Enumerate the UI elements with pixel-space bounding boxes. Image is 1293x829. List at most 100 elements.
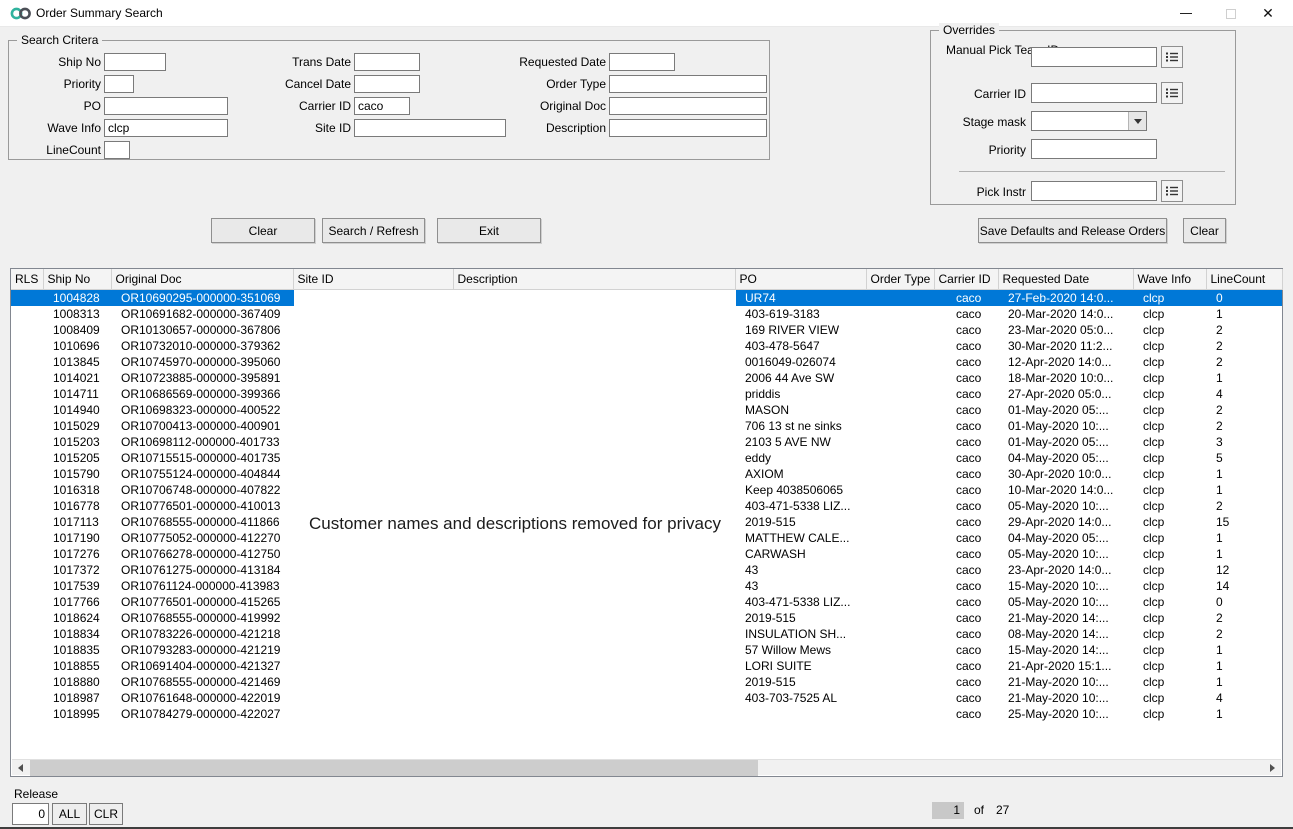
overrides-carrier-id-input[interactable]	[1031, 83, 1157, 103]
cell-carrier_id: caco	[934, 562, 998, 578]
order-type-input[interactable]	[609, 75, 767, 93]
cell-rls	[11, 370, 43, 386]
cell-rls	[11, 418, 43, 434]
column-header-order_type[interactable]: Order Type	[866, 269, 934, 289]
cell-rls	[11, 402, 43, 418]
clear-overrides-button[interactable]: Clear	[1183, 218, 1226, 243]
pick-instr-label: Pick Instr	[931, 185, 1026, 199]
stage-mask-dropdown-button[interactable]	[1128, 112, 1146, 130]
cell-original_doc: OR10715515-000000-401735	[111, 450, 293, 466]
trans-date-input[interactable]	[354, 53, 420, 71]
release-all-button[interactable]: ALL	[52, 803, 87, 825]
cell-ship_no: 1017113	[43, 514, 111, 530]
cell-line_count: 0	[1206, 289, 1282, 306]
cell-ship_no: 1016778	[43, 498, 111, 514]
cell-rls	[11, 562, 43, 578]
cell-rls	[11, 482, 43, 498]
cell-rls	[11, 354, 43, 370]
column-header-carrier_id[interactable]: Carrier ID	[934, 269, 998, 289]
cancel-date-label: Cancel Date	[189, 77, 351, 91]
minimize-button[interactable]	[1169, 0, 1203, 27]
cell-rls	[11, 322, 43, 338]
cell-original_doc: OR10776501-000000-410013	[111, 498, 293, 514]
cell-ship_no: 1017276	[43, 546, 111, 562]
cell-requested_date: 05-May-2020 10:...	[998, 594, 1133, 610]
cell-ship_no: 1017766	[43, 594, 111, 610]
scroll-left-button[interactable]	[12, 760, 29, 776]
carrier-id-input[interactable]	[354, 97, 410, 115]
save-defaults-release-button[interactable]: Save Defaults and Release Orders	[978, 218, 1167, 243]
cell-po: 706 13 st ne sinks	[735, 418, 866, 434]
overrides-carrier-id-label: Carrier ID	[931, 87, 1026, 101]
cell-rls	[11, 386, 43, 402]
column-header-site_id[interactable]: Site ID	[293, 269, 453, 289]
release-count-input[interactable]	[12, 803, 49, 825]
order-summary-search-window: Order Summary Search ✕ Search Critera Sh…	[0, 0, 1293, 829]
cell-ship_no: 1010696	[43, 338, 111, 354]
horizontal-scrollbar[interactable]	[12, 759, 1281, 775]
column-header-rls[interactable]: RLS	[11, 269, 43, 289]
cell-po: MASON	[735, 402, 866, 418]
cell-po: 57 Willow Mews	[735, 642, 866, 658]
cell-requested_date: 08-May-2020 14:...	[998, 626, 1133, 642]
exit-button[interactable]: Exit	[437, 218, 541, 243]
pick-instr-input[interactable]	[1031, 181, 1157, 201]
cell-po	[735, 706, 866, 722]
cell-requested_date: 01-May-2020 05:...	[998, 434, 1133, 450]
carrier-id-browse-button[interactable]	[1161, 82, 1183, 104]
scroll-right-button[interactable]	[1264, 760, 1281, 776]
cell-wave_info: clcp	[1133, 450, 1206, 466]
scrollbar-thumb[interactable]	[30, 760, 758, 776]
cell-ship_no: 1017372	[43, 562, 111, 578]
maximize-button[interactable]	[1214, 0, 1248, 27]
column-header-original_doc[interactable]: Original Doc	[111, 269, 293, 289]
cell-rls	[11, 450, 43, 466]
requested-date-input[interactable]	[609, 53, 675, 71]
page-of-label: of	[974, 803, 984, 817]
cell-line_count: 14	[1206, 578, 1282, 594]
column-header-requested_date[interactable]: Requested Date	[998, 269, 1133, 289]
search-refresh-button[interactable]: Search / Refresh	[322, 218, 425, 243]
cell-carrier_id: caco	[934, 434, 998, 450]
cell-line_count: 0	[1206, 594, 1282, 610]
cell-line_count: 2	[1206, 354, 1282, 370]
cell-wave_info: clcp	[1133, 690, 1206, 706]
cell-ship_no: 1018835	[43, 642, 111, 658]
cell-po: 2006 44 Ave SW	[735, 370, 866, 386]
cell-rls	[11, 434, 43, 450]
pick-instr-browse-button[interactable]	[1161, 180, 1183, 202]
stage-mask-select[interactable]	[1031, 111, 1147, 131]
cell-po: 403-471-5338 LIZ...	[735, 498, 866, 514]
column-header-ship_no[interactable]: Ship No	[43, 269, 111, 289]
cell-original_doc: OR10761648-000000-422019	[111, 690, 293, 706]
cell-rls	[11, 546, 43, 562]
column-header-line_count[interactable]: LineCount	[1206, 269, 1282, 289]
cell-requested_date: 01-May-2020 05:...	[998, 402, 1133, 418]
cell-original_doc: OR10732010-000000-379362	[111, 338, 293, 354]
ship-no-input[interactable]	[104, 53, 166, 71]
cell-carrier_id: caco	[934, 626, 998, 642]
priority-input[interactable]	[104, 75, 134, 93]
cell-wave_info: clcp	[1133, 642, 1206, 658]
clear-button[interactable]: Clear	[211, 218, 315, 243]
column-header-po[interactable]: PO	[735, 269, 866, 289]
description-input[interactable]	[609, 119, 767, 137]
cell-po: MATTHEW CALE...	[735, 530, 866, 546]
release-clr-button[interactable]: CLR	[89, 803, 123, 825]
scroll-right-icon	[1270, 764, 1275, 772]
original-doc-input[interactable]	[609, 97, 767, 115]
column-header-description[interactable]: Description	[453, 269, 735, 289]
cancel-date-input[interactable]	[354, 75, 420, 93]
cell-line_count: 15	[1206, 514, 1282, 530]
cell-rls	[11, 530, 43, 546]
cell-line_count: 5	[1206, 450, 1282, 466]
overrides-priority-input[interactable]	[1031, 139, 1157, 159]
cell-original_doc: OR10130657-000000-367806	[111, 322, 293, 338]
close-button[interactable]: ✕	[1251, 0, 1285, 27]
line-count-input[interactable]	[104, 141, 130, 159]
cell-carrier_id: caco	[934, 658, 998, 674]
overrides-priority-label: Priority	[931, 143, 1026, 157]
manual-pick-browse-button[interactable]	[1161, 46, 1183, 68]
manual-pick-team-id-input[interactable]	[1031, 47, 1157, 67]
column-header-wave_info[interactable]: Wave Info	[1133, 269, 1206, 289]
